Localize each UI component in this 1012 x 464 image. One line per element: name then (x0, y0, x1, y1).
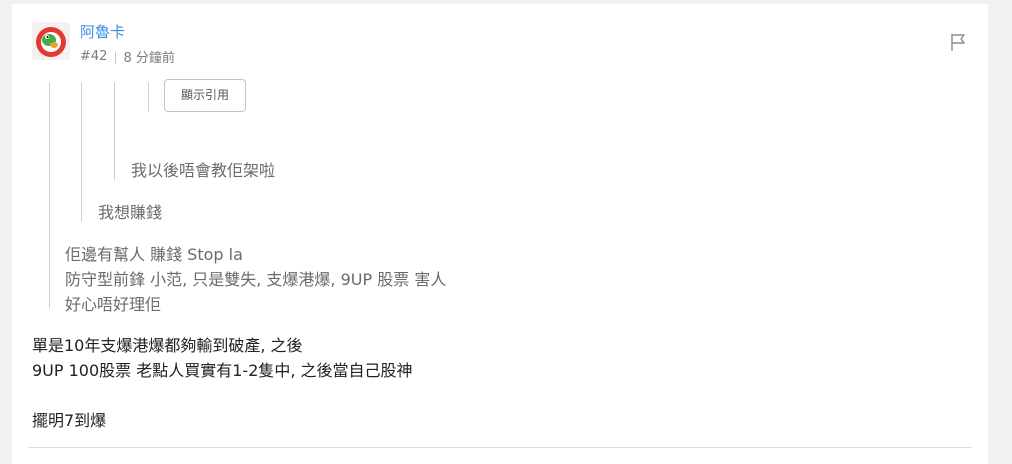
post-body-line: 擺明7到爆 (32, 411, 107, 430)
scrollbar-gutter (1000, 0, 1012, 456)
quote-level-1-line: 防守型前鋒 小范, 只是雙失, 支爆港爆, 9UP 股票 害人 (65, 270, 447, 289)
post-meta: #42 | 8 分鐘前 (80, 47, 175, 66)
quote-level-2-text: 我想賺錢 (98, 203, 163, 222)
quote-level-1-line: 佢邊有幫人 賺錢 Stop la (65, 245, 243, 264)
post-card: 阿魯卡 #42 | 8 分鐘前 顯示引用 我以後唔會教佢架啦 我想賺錢 佢邊有幫… (12, 4, 988, 464)
quote-border-4 (148, 82, 149, 112)
quote-level-1-line: 好心唔好理佢 (65, 295, 162, 314)
username-link[interactable]: 阿魯卡 (80, 21, 125, 42)
flag-icon[interactable] (949, 32, 967, 52)
avatar-image (32, 22, 70, 60)
show-quote-button[interactable]: 顯示引用 (164, 79, 246, 112)
floor-number[interactable]: #42 (80, 49, 107, 64)
post-divider (28, 447, 972, 448)
quote-level-3-text: 我以後唔會教佢架啦 (131, 161, 276, 180)
quote-border-2 (81, 82, 82, 222)
meta-separator: | (113, 49, 118, 64)
user-avatar[interactable] (32, 22, 70, 60)
quote-border-1 (49, 82, 50, 308)
quote-border-3 (114, 82, 115, 180)
post-body-line: 9UP 100股票 老點人買實有1-2隻中, 之後當自己股神 (32, 361, 413, 380)
post-body-line: 單是10年支爆港爆都夠輸到破產, 之後 (32, 336, 303, 355)
post-time: 8 分鐘前 (123, 51, 175, 66)
